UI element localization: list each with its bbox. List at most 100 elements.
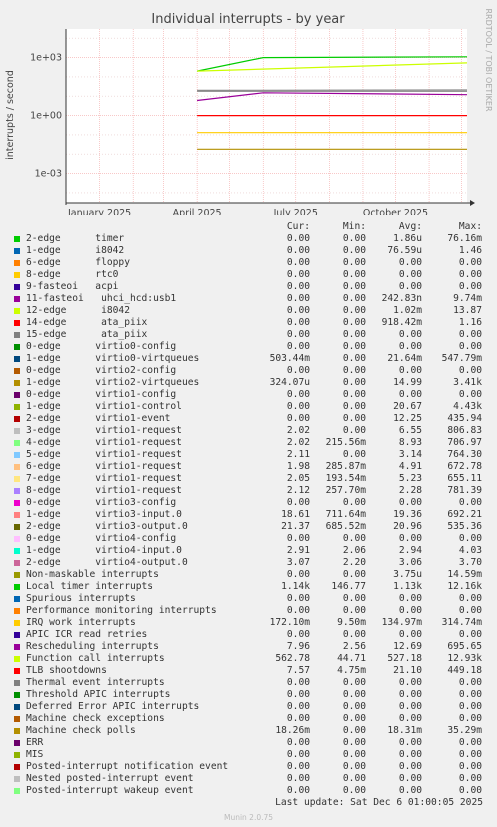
cur-value: 18.26m [275, 725, 310, 736]
avg-value: 0.00 [398, 629, 422, 640]
legend-swatch [14, 260, 20, 266]
legend-rows: 2-edge timer 0.00 0.00 1.86u 76.16m 1-edge i8… [12, 233, 496, 797]
legend-swatch [14, 740, 20, 746]
cur-value: 0.00 [286, 317, 310, 328]
cur-value: 0.00 [286, 677, 310, 688]
min-value: 0.00 [342, 773, 366, 784]
min-value: 285.87m [325, 461, 366, 472]
min-value: 0.00 [342, 689, 366, 700]
avg-value: 0.00 [398, 497, 422, 508]
max-value: 0.00 [458, 713, 482, 724]
max-value: 0.00 [458, 629, 482, 640]
y-tick-label: 1e-03 [35, 169, 62, 180]
legend-row: 15-edge ata_piix 0.00 0.00 0.00 0.00 [12, 329, 496, 341]
cur-value: 503.44m [269, 353, 310, 364]
avg-value: 0.00 [398, 773, 422, 784]
cur-value: 2.05 [286, 473, 310, 484]
max-value: 0.00 [458, 341, 482, 352]
cur-value: 0.00 [286, 365, 310, 376]
col-max: Max: [458, 221, 482, 232]
legend-row: 7-edge virtio1-request 2.05 193.54m 5.23 655… [12, 473, 496, 485]
legend-swatch [14, 620, 20, 626]
legend-label: 1-edge virtio2-virtqueues [26, 377, 200, 388]
cur-value: 0.00 [286, 785, 310, 796]
min-value: 711.64m [325, 509, 366, 520]
legend-row: 14-edge ata_piix 0.00 0.00 918.42m 1.16 [12, 317, 496, 329]
legend-row: 0-edge virtio1-config 0.00 0.00 0.00 0.00 [12, 389, 496, 401]
max-value: 0.00 [458, 593, 482, 604]
legend-swatch [14, 380, 20, 386]
legend-swatch [14, 716, 20, 722]
legend-row: IRQ work interrupts 172.10m 9.50m 134.97m 31… [12, 617, 496, 629]
cur-value: 7.57 [286, 665, 310, 676]
cur-value: 0.00 [286, 773, 310, 784]
legend-swatch [14, 296, 20, 302]
cur-value: 0.00 [286, 401, 310, 412]
min-value: 0.00 [342, 233, 366, 244]
max-value: 1.16 [458, 317, 482, 328]
max-value: 0.00 [458, 677, 482, 688]
avg-value: 0.00 [398, 605, 422, 616]
legend-swatch [14, 332, 20, 338]
cur-value: 0.00 [286, 257, 310, 268]
legend-label: Thermal event interrupts [26, 677, 165, 688]
max-value: 0.00 [458, 701, 482, 712]
min-value: 0.00 [342, 749, 366, 760]
cur-value: 0.00 [286, 269, 310, 280]
cur-value: 0.00 [286, 761, 310, 772]
min-value: 0.00 [342, 605, 366, 616]
min-value: 0.00 [342, 725, 366, 736]
cur-value: 2.91 [286, 545, 310, 556]
avg-value: 527.18 [387, 653, 422, 664]
legend-swatch [14, 416, 20, 422]
min-value: 44.71 [337, 653, 366, 664]
avg-value: 20.67 [393, 401, 422, 412]
y-tick-label: 1e+00 [30, 111, 62, 122]
legend-label: 15-edge ata_piix [26, 329, 148, 340]
legend-label: 4-edge virtio1-request [26, 437, 182, 448]
max-value: 4.43k [453, 401, 482, 412]
legend-label: Performance monitoring interrupts [26, 605, 217, 616]
legend-label: Local timer interrupts [26, 581, 154, 592]
legend-label: 11-fasteoi uhci_hcd:usb1 [26, 293, 177, 304]
min-value: 0.00 [342, 269, 366, 280]
rrdtool-credit: RRDTOOL / TOBI OETIKER [484, 8, 493, 111]
cur-value: 0.00 [286, 245, 310, 256]
max-value: 0.00 [458, 497, 482, 508]
legend-label: 0-edge virtio0-config [26, 341, 177, 352]
legend-row: 1-edge virtio2-virtqueues 324.07u 0.00 14.9… [12, 377, 496, 389]
avg-value: 6.55 [398, 425, 422, 436]
legend-row: 8-edge virtio1-request 2.12 257.70m 2.28 781… [12, 485, 496, 497]
legend-row: 11-fasteoi uhci_hcd:usb1 0.00 0.00 242.83n 9… [12, 293, 496, 305]
avg-value: 242.83n [381, 293, 422, 304]
min-value: 0.00 [342, 257, 366, 268]
max-value: 3.41k [453, 377, 482, 388]
legend-swatch [14, 392, 20, 398]
avg-value: 0.00 [398, 785, 422, 796]
min-value: 0.00 [342, 329, 366, 340]
legend-swatch [14, 596, 20, 602]
max-value: 4.03 [458, 545, 482, 556]
min-value: 0.00 [342, 245, 366, 256]
min-value: 0.00 [342, 377, 366, 388]
legend-label: 14-edge ata_piix [26, 317, 148, 328]
max-value: 695.65 [447, 641, 482, 652]
min-value: 0.00 [342, 449, 366, 460]
x-tick-label: October 2025 [363, 208, 428, 215]
legend-row: APIC ICR read retries 0.00 0.00 0.00 0.00 [12, 629, 496, 641]
legend-row: TLB shootdowns 7.57 4.75m 21.10 449.18 [12, 665, 496, 677]
chart: Individual interrupts - by year interrup… [5, 8, 493, 215]
max-value: 0.00 [458, 257, 482, 268]
legend-row: Posted-interrupt wakeup event 0.00 0.00 0.0… [12, 785, 496, 797]
max-value: 547.79m [441, 353, 482, 364]
last-update: Last update: Sat Dec 6 01:00:05 2025 [275, 797, 483, 808]
legend-row: 1-edge virtio0-virtqueues 503.44m 0.00 21.6… [12, 353, 496, 365]
legend-label: Deferred Error APIC interrupts [26, 701, 200, 712]
avg-value: 0.00 [398, 533, 422, 544]
avg-value: 2.94 [398, 545, 422, 556]
legend-row: 1-edge virtio1-control 0.00 0.00 20.67 4.43k [12, 401, 496, 413]
min-value: 0.00 [342, 281, 366, 292]
legend-swatch [14, 680, 20, 686]
legend-row: 8-edge rtc0 0.00 0.00 0.00 0.00 [12, 269, 496, 281]
cur-value: 0.00 [286, 593, 310, 604]
